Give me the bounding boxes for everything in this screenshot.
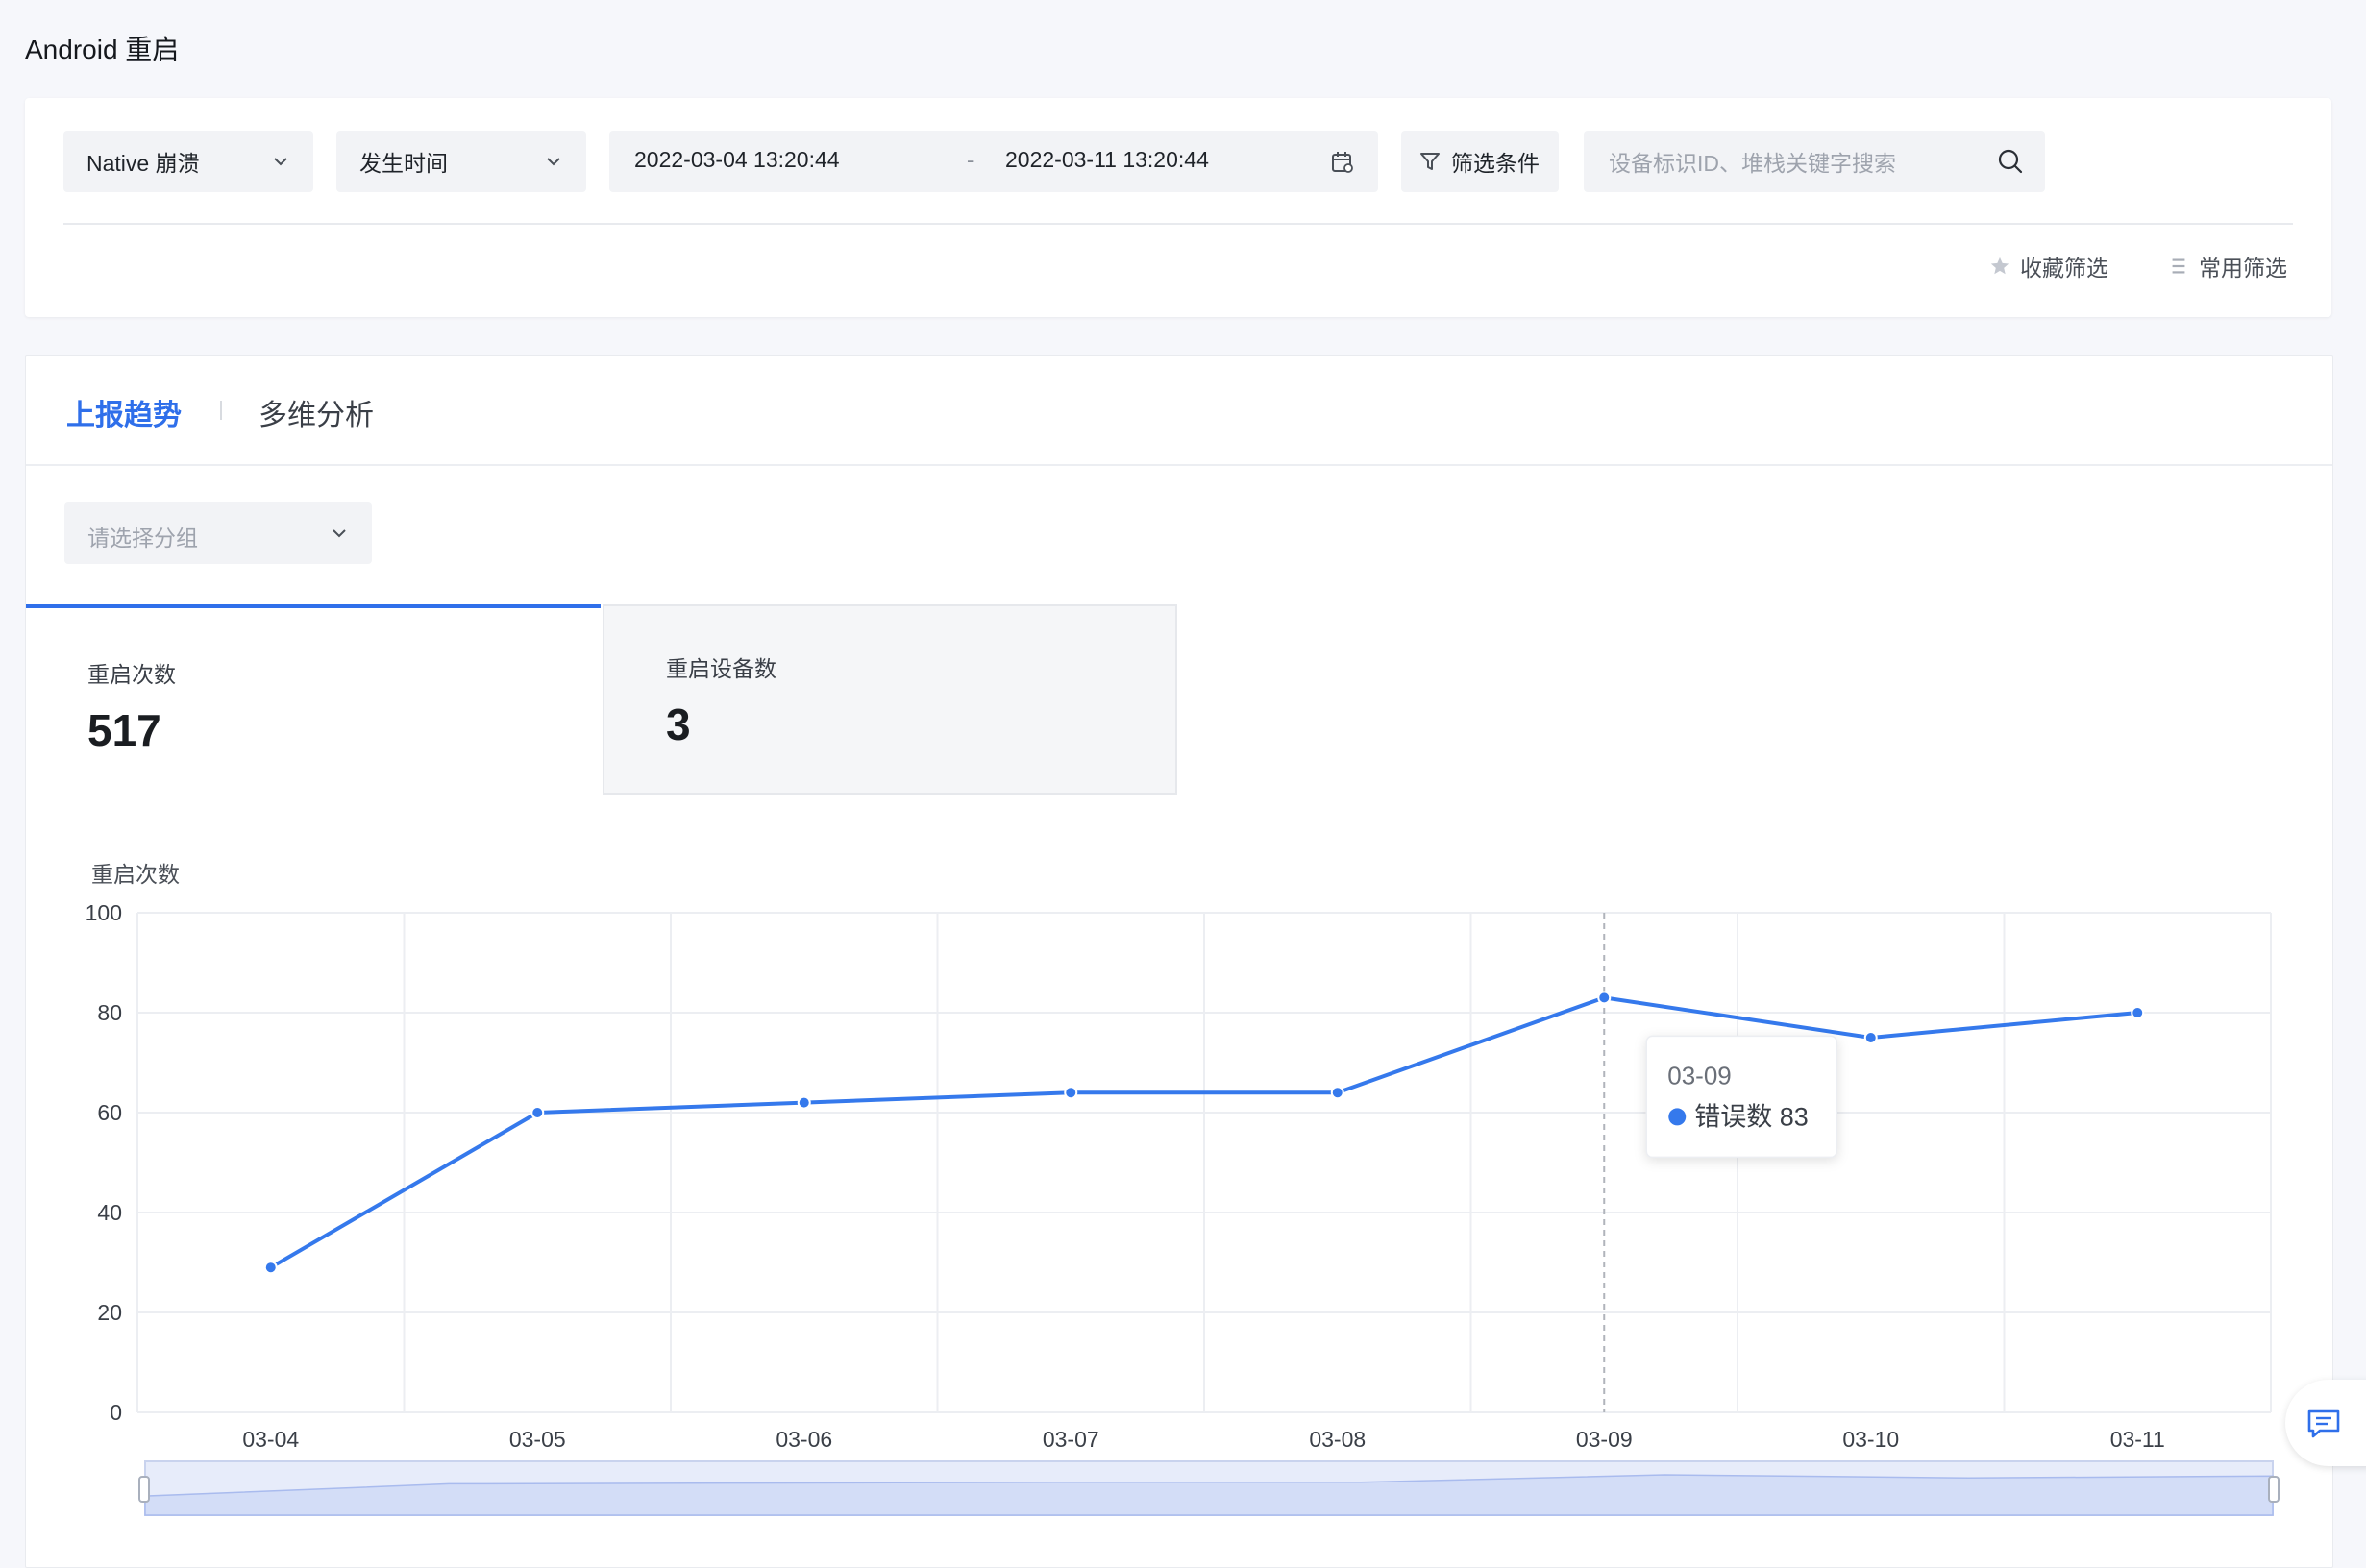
chevron-down-icon [547,158,560,166]
data-point [1863,1031,1878,1044]
common-filter-label: 常用筛选 [2199,256,2287,281]
common-filter-button[interactable]: 常用筛选 [2168,250,2287,282]
zoom-handle-right [2268,1476,2280,1503]
data-point [797,1095,811,1110]
filter-conditions-button[interactable]: 筛选条件 [1401,131,1559,192]
filter-divider [63,223,2293,225]
data-point [1597,991,1612,1005]
report-panel: 上报趋势 多维分析 请选择分组 重启次数 517 重启设备数 3 重启次数 02… [25,355,2333,1568]
y-tick-label: 100 [86,900,122,925]
x-tick-label: 03-05 [509,1427,566,1452]
tooltip-category: 03-09 [1667,1061,1732,1090]
data-point [1064,1086,1078,1100]
chart-tooltip: 03-09 错误数 83 [1645,1035,1837,1159]
filter-conditions-label: 筛选条件 [1451,151,1540,176]
tooltip-series-dot [1668,1108,1687,1126]
tooltip-box [1645,1035,1837,1159]
data-point [2131,1006,2145,1019]
y-tick-label: 80 [97,1000,122,1025]
x-tick-label: 03-09 [1576,1427,1633,1452]
date-range-picker[interactable]: 2022-03-04 13:20:44 - 2022-03-11 13:20:4… [609,131,1378,192]
x-tick-label: 03-07 [1043,1427,1099,1452]
date-separator: - [967,148,974,172]
data-point [263,1261,278,1275]
x-tick-label: 03-04 [242,1427,299,1452]
filter-icon [1420,153,1440,170]
x-tick-label: 03-11 [2110,1427,2165,1452]
chevron-down-icon [274,158,287,166]
calendar-icon[interactable] [1330,150,1355,175]
data-point [1330,1086,1344,1100]
x-tick-label: 03-10 [1842,1427,1899,1452]
message-icon [2307,1409,2340,1438]
crash-type-value: Native 崩溃 [86,151,200,176]
date-start[interactable]: 2022-03-04 13:20:44 [634,147,840,173]
crash-type-select[interactable]: Native 崩溃 [63,131,313,192]
trend-chart: 0 20 40 60 80 100 03-04 03-05 03-06 03-07 03-08 03-… [86,900,2280,1516]
date-end[interactable]: 2022-03-11 13:20:44 [1005,147,1209,173]
y-tick-label: 0 [110,1400,122,1425]
time-field-value: 发生时间 [359,151,448,176]
x-tick-label: 03-08 [1309,1427,1366,1452]
filter-panel: Native 崩溃 发生时间 2022-03-04 13:20:44 - 202… [25,98,2331,317]
y-tick-label: 60 [97,1100,122,1125]
data-point [530,1106,545,1119]
y-tick-label: 40 [97,1200,122,1225]
x-tick-label: 03-06 [776,1427,832,1452]
feedback-button[interactable] [2285,1380,2366,1466]
save-filter-label: 收藏筛选 [2020,256,2108,281]
page-title: Android 重启 [25,35,180,64]
zoom-handle-left [138,1476,150,1503]
tooltip-series-value: 错误数 83 [1694,1102,1809,1131]
y-tick-label: 20 [97,1300,122,1325]
save-filter-button[interactable]: 收藏筛选 [1989,250,2108,282]
search-icon[interactable] [1997,148,2024,175]
list-icon [2172,258,2185,274]
search-input[interactable]: 设备标识ID、堆栈关键字搜索 [1584,131,2045,192]
time-field-select[interactable]: 发生时间 [336,131,586,192]
search-placeholder: 设备标识ID、堆栈关键字搜索 [1609,151,1896,176]
star-icon [1990,257,2009,275]
